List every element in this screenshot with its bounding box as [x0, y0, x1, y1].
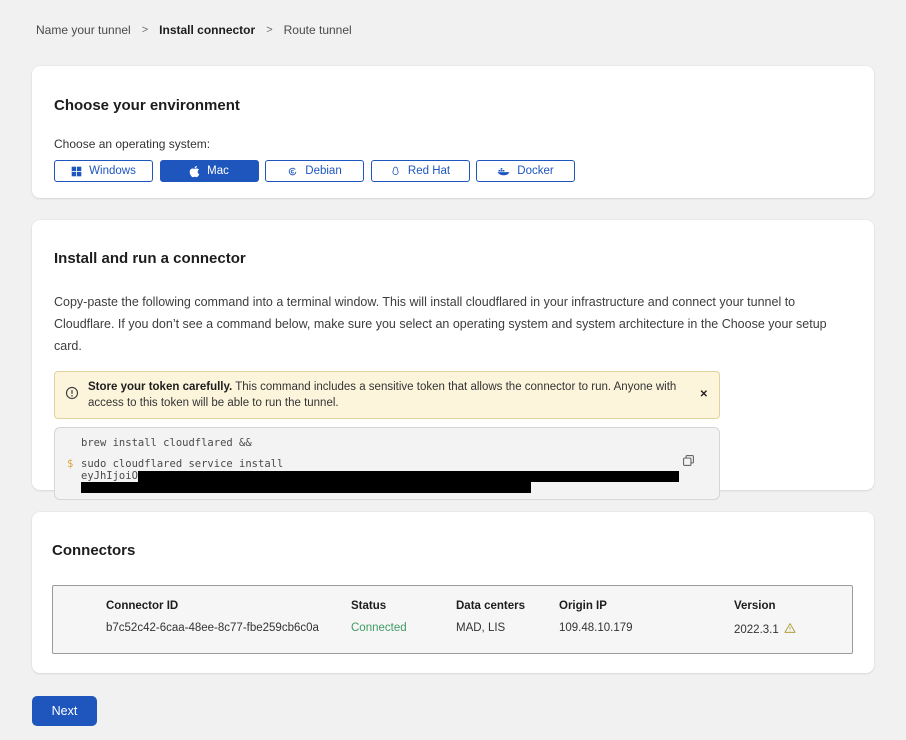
os-button-debian[interactable]: Debian: [265, 160, 364, 182]
column-header-version: Version: [734, 600, 852, 612]
breadcrumb-step-route-tunnel[interactable]: Route tunnel: [284, 23, 352, 37]
data-centers-value: MAD, LIS: [456, 622, 559, 637]
os-button-docker[interactable]: Docker: [476, 160, 575, 182]
install-card-title: Install and run a connector: [54, 250, 852, 267]
connector-id-value: b7c52c42-6caa-48ee-8c77-fbe259cb6c0a: [106, 622, 351, 637]
install-description: Copy-paste the following command into a …: [54, 291, 852, 357]
os-button-windows[interactable]: Windows: [54, 160, 153, 182]
close-icon[interactable]: ✕: [700, 390, 708, 400]
os-button-label: Red Hat: [408, 165, 450, 177]
status-badge: Connected: [351, 622, 456, 637]
environment-card: Choose your environment Choose an operat…: [32, 66, 874, 198]
debian-icon: [287, 166, 298, 177]
terminal-command-block: brew install cloudflared && $ sudo cloud…: [54, 427, 720, 500]
info-icon: [65, 386, 79, 405]
token-warning-banner: Store your token carefully. This command…: [54, 371, 720, 419]
column-header-data-centers: Data centers: [456, 600, 559, 612]
windows-icon: [71, 166, 82, 177]
os-select-label: Choose an operating system:: [54, 137, 852, 151]
breadcrumb: Name your tunnel > Install connector > R…: [36, 23, 352, 37]
terminal-line-2: sudo cloudflared service install: [81, 458, 705, 470]
breadcrumb-separator: >: [142, 24, 148, 36]
os-button-row: Windows Mac Debian: [54, 160, 852, 182]
breadcrumb-step-install-connector[interactable]: Install connector: [159, 23, 255, 37]
copy-icon[interactable]: [682, 454, 695, 470]
next-button[interactable]: Next: [32, 696, 97, 726]
connectors-table-header: Connector ID Status Data centers Origin …: [106, 600, 852, 612]
os-button-label: Windows: [89, 165, 136, 177]
origin-ip-value: 109.48.10.179: [559, 622, 734, 637]
column-header-status: Status: [351, 600, 456, 612]
column-header-origin-ip: Origin IP: [559, 600, 734, 612]
connectors-card-title: Connectors: [52, 542, 854, 559]
os-button-label: Debian: [305, 165, 341, 177]
connector-row: b7c52c42-6caa-48ee-8c77-fbe259cb6c0a Con…: [106, 622, 852, 637]
redacted-token-bar: [138, 471, 679, 482]
redacted-token-bar: [81, 482, 531, 493]
banner-title: Store your token carefully.: [88, 381, 232, 393]
connectors-card: Connectors Connector ID Status Data cent…: [32, 512, 874, 673]
token-prefix: eyJhIjoiO: [81, 470, 138, 482]
warning-triangle-icon: [784, 622, 796, 637]
os-button-label: Docker: [517, 165, 553, 177]
prompt-symbol: $: [67, 458, 81, 470]
banner-text: Store your token carefully. This command…: [88, 379, 685, 411]
version-value: 2022.3.1: [734, 624, 779, 636]
docker-icon: [497, 166, 510, 176]
version-cell: 2022.3.1: [734, 622, 852, 637]
apple-icon: [189, 165, 200, 178]
environment-card-title: Choose your environment: [54, 97, 852, 114]
os-button-label: Mac: [207, 165, 229, 177]
install-connector-card: Install and run a connector Copy-paste t…: [32, 220, 874, 490]
breadcrumb-separator: >: [266, 24, 272, 36]
terminal-line-1: brew install cloudflared &&: [81, 437, 705, 449]
os-button-redhat[interactable]: Red Hat: [371, 160, 470, 182]
redhat-icon: [390, 165, 401, 177]
connectors-table: Connector ID Status Data centers Origin …: [52, 585, 853, 654]
os-button-mac[interactable]: Mac: [160, 160, 259, 182]
column-header-connector-id: Connector ID: [106, 600, 351, 612]
breadcrumb-step-name-tunnel[interactable]: Name your tunnel: [36, 23, 131, 37]
